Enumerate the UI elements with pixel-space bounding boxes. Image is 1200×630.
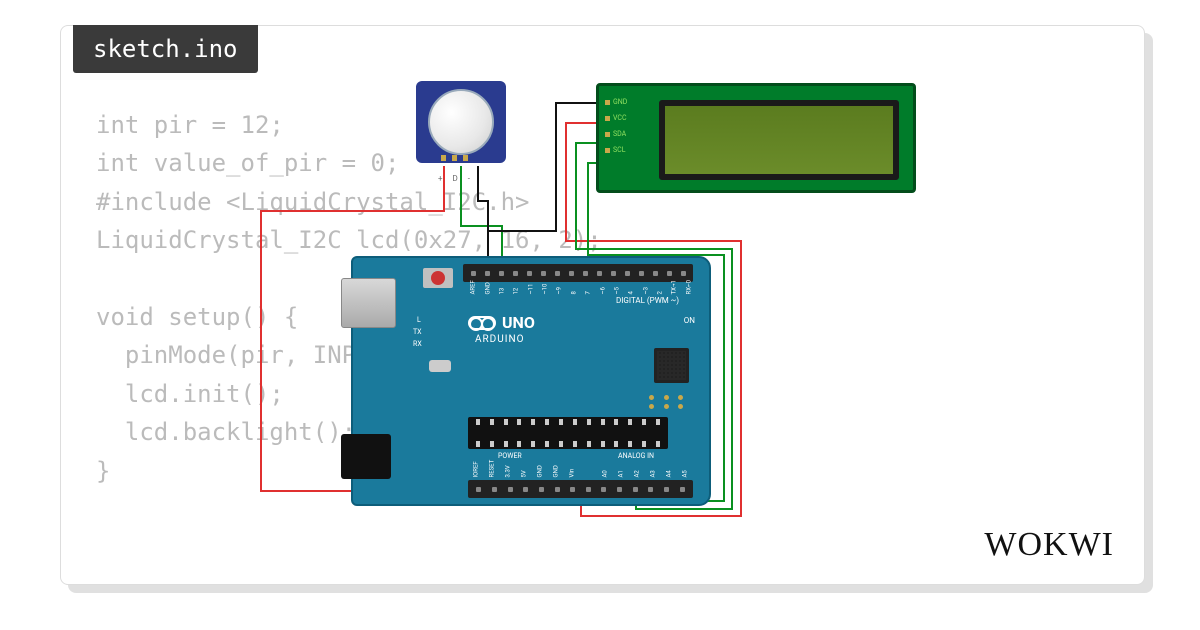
pir-pins xyxy=(441,155,468,161)
arduino-brand: ARDUINO xyxy=(475,334,524,345)
lcd-i2c-pins: GND VCC SDA SCL xyxy=(605,98,627,154)
lcd-pin-vcc: VCC xyxy=(605,114,627,122)
power-section-label: POWER xyxy=(498,452,522,460)
led-rx-label: RX xyxy=(413,340,422,348)
infinity-icon xyxy=(468,316,496,330)
wokwi-logo: WOKWI xyxy=(984,526,1114,564)
lcd-pin-sda: SDA xyxy=(605,130,627,138)
bottom-pin-labels: IOREFRESET3.3V5VGNDGNDVinA0A1A2A3A4A5 xyxy=(468,469,693,476)
led-on-label: ON xyxy=(684,316,695,325)
icsp-header xyxy=(649,395,689,409)
lcd-1602-i2c[interactable]: GND VCC SDA SCL xyxy=(596,83,916,193)
uno-text: UNO xyxy=(502,313,535,332)
reset-button[interactable] xyxy=(423,268,453,288)
preview-card: sketch.ino int pir = 12; int value_of_pi… xyxy=(60,25,1145,585)
usb-port xyxy=(341,278,396,328)
barrel-jack xyxy=(341,434,391,479)
lcd-pin-scl: SCL xyxy=(605,146,627,154)
digital-section-label: DIGITAL (PWM ~) xyxy=(616,296,679,305)
atmega16u2-chip xyxy=(654,348,689,383)
led-l-label: L xyxy=(417,316,421,324)
lcd-screen xyxy=(659,100,899,180)
atmega328p-chip xyxy=(468,417,668,449)
pir-dome xyxy=(428,89,494,155)
lcd-pin-gnd: GND xyxy=(605,98,627,106)
pir-sensor[interactable]: + D - xyxy=(416,81,506,171)
arduino-logo: UNO xyxy=(468,313,535,332)
led-tx-label: TX xyxy=(413,328,422,336)
circuit-diagram: + D - GND VCC SDA SCL AREFGND1312~11~10~… xyxy=(256,81,956,521)
analog-section-label: ANALOG IN xyxy=(618,452,654,460)
power-analog-pin-header[interactable] xyxy=(468,480,693,498)
digital-pin-header[interactable] xyxy=(463,264,693,282)
filename-tab[interactable]: sketch.ino xyxy=(73,25,258,73)
digital-pin-labels: AREFGND1312~11~10~987~6~54~32TX→1RX←0 xyxy=(466,286,696,293)
arduino-uno[interactable]: AREFGND1312~11~10~987~6~54~32TX→1RX←0 DI… xyxy=(351,256,711,506)
pir-pin-labels: + D - xyxy=(438,174,474,183)
crystal-oscillator xyxy=(429,360,451,372)
pir-board xyxy=(416,81,506,163)
